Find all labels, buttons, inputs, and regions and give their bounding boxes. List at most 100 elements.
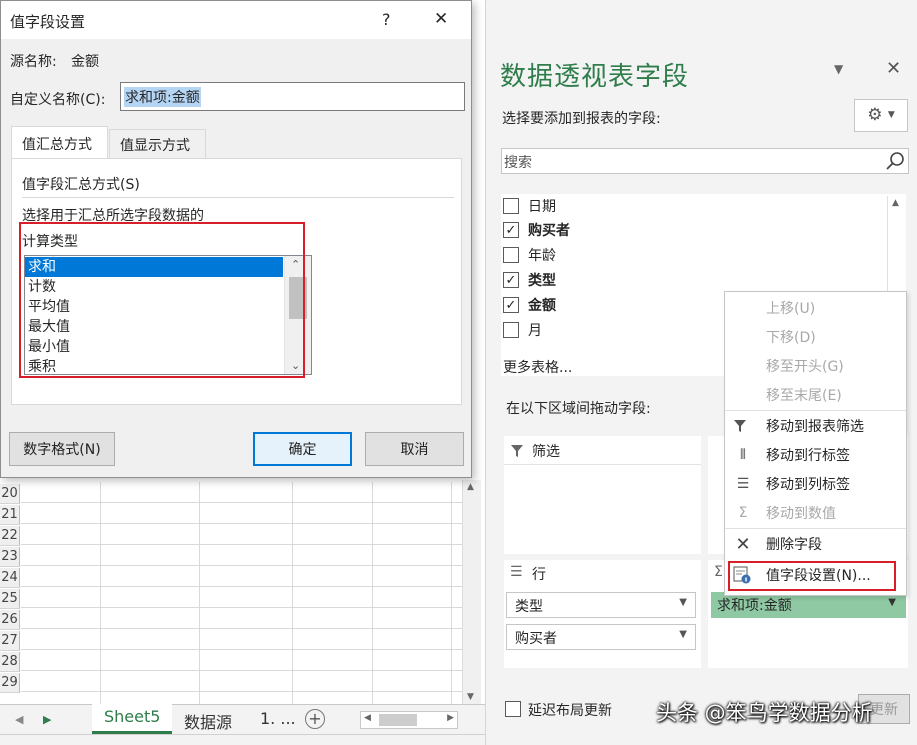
checkbox-checked-icon[interactable]: ✓ xyxy=(503,297,519,313)
custom-name-input[interactable]: 求和项:金额 xyxy=(120,82,465,111)
field-item-age[interactable]: 年龄 xyxy=(503,244,556,266)
menu-item-label: 移至末尾(E) xyxy=(766,388,842,404)
help-icon[interactable]: ? xyxy=(382,10,391,29)
rows-icon: ☰ xyxy=(510,564,523,580)
close-icon[interactable]: ✕ xyxy=(434,9,448,29)
defer-update-label: 延迟布局更新 xyxy=(528,703,612,719)
scroll-down-icon[interactable]: ▼ xyxy=(467,692,474,702)
source-name-label: 源名称: xyxy=(10,54,57,70)
tab-scroll-right-icon[interactable]: ▶ xyxy=(43,713,51,726)
pane-close-icon[interactable]: ✕ xyxy=(886,58,901,79)
dropdown-arrow-icon[interactable]: ▼ xyxy=(679,629,687,640)
number-format-button[interactable]: 数字格式(N) xyxy=(9,432,115,466)
tab-sheet5[interactable]: Sheet5 xyxy=(92,704,172,734)
search-icon[interactable] xyxy=(885,151,905,171)
tab-summarize-by[interactable]: 值汇总方式 xyxy=(11,126,108,159)
row-header[interactable]: 23 xyxy=(0,547,20,567)
tab-data-source[interactable]: 数据源 xyxy=(184,709,232,733)
hscroll-left-icon[interactable]: ◀ xyxy=(364,713,371,723)
scroll-up-icon[interactable]: ▲ xyxy=(892,198,899,208)
field-label: 金额 xyxy=(528,298,556,314)
field-search-input[interactable]: 搜索 xyxy=(501,148,909,174)
field-label: 类型 xyxy=(528,273,556,289)
value-field-label: 求和项:金额 xyxy=(717,598,792,614)
drag-hint: 在以下区域间拖动字段: xyxy=(506,401,651,417)
field-item-amount[interactable]: ✓ 金额 xyxy=(503,294,556,316)
grid-line xyxy=(21,672,462,692)
menu-item-move-to-rows[interactable]: ⦀ 移动到行标签 xyxy=(725,441,906,469)
menu-item-label: 删除字段 xyxy=(766,537,822,553)
tab-label: 值汇总方式 xyxy=(22,137,92,153)
tab-more[interactable]: 1. ... xyxy=(260,709,296,728)
grid-line xyxy=(21,525,462,545)
row-header[interactable]: 27 xyxy=(0,631,20,651)
field-label: 月 xyxy=(528,323,542,339)
grid-column-line xyxy=(372,482,373,704)
horizontal-scrollbar[interactable]: ◀ ▶ xyxy=(360,711,458,729)
row-header[interactable]: 26 xyxy=(0,610,20,630)
add-sheet-icon[interactable]: + xyxy=(305,709,325,729)
menu-item-move-up[interactable]: 上移(U) xyxy=(725,294,906,322)
menu-item-move-to-end[interactable]: 移至末尾(E) xyxy=(725,381,906,409)
menu-item-move-to-filter[interactable]: 移动到报表筛选 xyxy=(725,412,906,440)
dialog-titlebar[interactable]: 值字段设置 ? ✕ xyxy=(1,1,471,39)
hscroll-right-icon[interactable]: ▶ xyxy=(447,713,454,723)
row-header[interactable]: 20 xyxy=(0,484,20,504)
sheet-vertical-scrollbar[interactable]: ▲ ▼ xyxy=(462,480,481,704)
defer-update-checkbox[interactable] xyxy=(505,701,521,717)
field-label: 年龄 xyxy=(528,248,556,264)
columns-icon: ☰ xyxy=(736,476,750,492)
field-item-buyer[interactable]: ✓ 购买者 xyxy=(503,219,570,241)
grid-column-line xyxy=(451,482,452,704)
field-context-menu: 上移(U) 下移(D) 移至开头(G) 移至末尾(E) 移动到报表筛选 ⦀ 移动… xyxy=(724,291,907,596)
field-item-type[interactable]: ✓ 类型 xyxy=(503,269,556,291)
scroll-up-icon[interactable]: ▲ xyxy=(467,482,474,492)
pane-options-chevron-icon[interactable]: ▼ xyxy=(834,62,843,76)
menu-item-label: 移动到行标签 xyxy=(766,448,850,464)
checkbox-checked-icon[interactable]: ✓ xyxy=(503,222,519,238)
checkbox-checked-icon[interactable]: ✓ xyxy=(503,272,519,288)
filter-zone[interactable]: 筛选 xyxy=(504,436,701,554)
grid-line xyxy=(21,483,462,503)
grid-column-line xyxy=(292,482,293,704)
cancel-button[interactable]: 取消 xyxy=(365,432,464,466)
tab-scroll-left-icon[interactable]: ◀ xyxy=(15,713,23,726)
menu-item-move-to-start[interactable]: 移至开头(G) xyxy=(725,352,906,380)
field-item-month[interactable]: 月 xyxy=(503,319,542,341)
row-header[interactable]: 22 xyxy=(0,526,20,546)
row-field-type[interactable]: 类型 ▼ xyxy=(506,592,696,618)
section-title: 值字段汇总方式(S) xyxy=(22,177,140,193)
tab-show-values-as[interactable]: 值显示方式 xyxy=(109,129,206,159)
menu-item-label: 下移(D) xyxy=(766,330,816,346)
field-item-date[interactable]: 日期 xyxy=(503,195,556,217)
more-tables-link[interactable]: 更多表格... xyxy=(503,357,572,377)
menu-divider xyxy=(725,528,906,529)
search-placeholder: 搜索 xyxy=(504,155,532,171)
checkbox-unchecked[interactable] xyxy=(503,322,519,338)
settings-gear-icon[interactable]: ⚙ ▼ xyxy=(854,99,908,132)
grid-column-line xyxy=(199,482,200,704)
row-header[interactable]: 24 xyxy=(0,568,20,588)
row-header[interactable]: 29 xyxy=(0,673,20,693)
dialog-title: 值字段设置 xyxy=(10,13,86,31)
custom-name-label: 自定义名称(C): xyxy=(10,92,106,108)
checkbox-unchecked[interactable] xyxy=(503,247,519,263)
ok-button[interactable]: 确定 xyxy=(253,432,352,466)
row-header[interactable]: 25 xyxy=(0,589,20,609)
row-header[interactable]: 21 xyxy=(0,505,20,525)
dropdown-arrow-icon[interactable]: ▼ xyxy=(888,597,896,608)
dropdown-arrow-icon[interactable]: ▼ xyxy=(679,597,687,608)
menu-item-label: 移动到数值 xyxy=(766,506,836,522)
row-header[interactable]: 28 xyxy=(0,652,20,672)
menu-item-remove-field[interactable]: ✕ 删除字段 xyxy=(725,530,906,558)
menu-item-move-to-values[interactable]: Σ 移动到数值 xyxy=(725,499,906,527)
row-field-buyer[interactable]: 购买者 ▼ xyxy=(506,624,696,650)
menu-item-move-down[interactable]: 下移(D) xyxy=(725,323,906,351)
tab-sheet5-label: Sheet5 xyxy=(104,707,161,726)
hscroll-thumb[interactable] xyxy=(379,714,417,726)
filter-drop-area[interactable] xyxy=(504,464,701,554)
checkbox-unchecked[interactable] xyxy=(503,198,519,214)
highlight-box-menu xyxy=(728,561,896,591)
menu-item-label: 移动到报表筛选 xyxy=(766,419,864,435)
menu-item-move-to-columns[interactable]: ☰ 移动到列标签 xyxy=(725,470,906,498)
